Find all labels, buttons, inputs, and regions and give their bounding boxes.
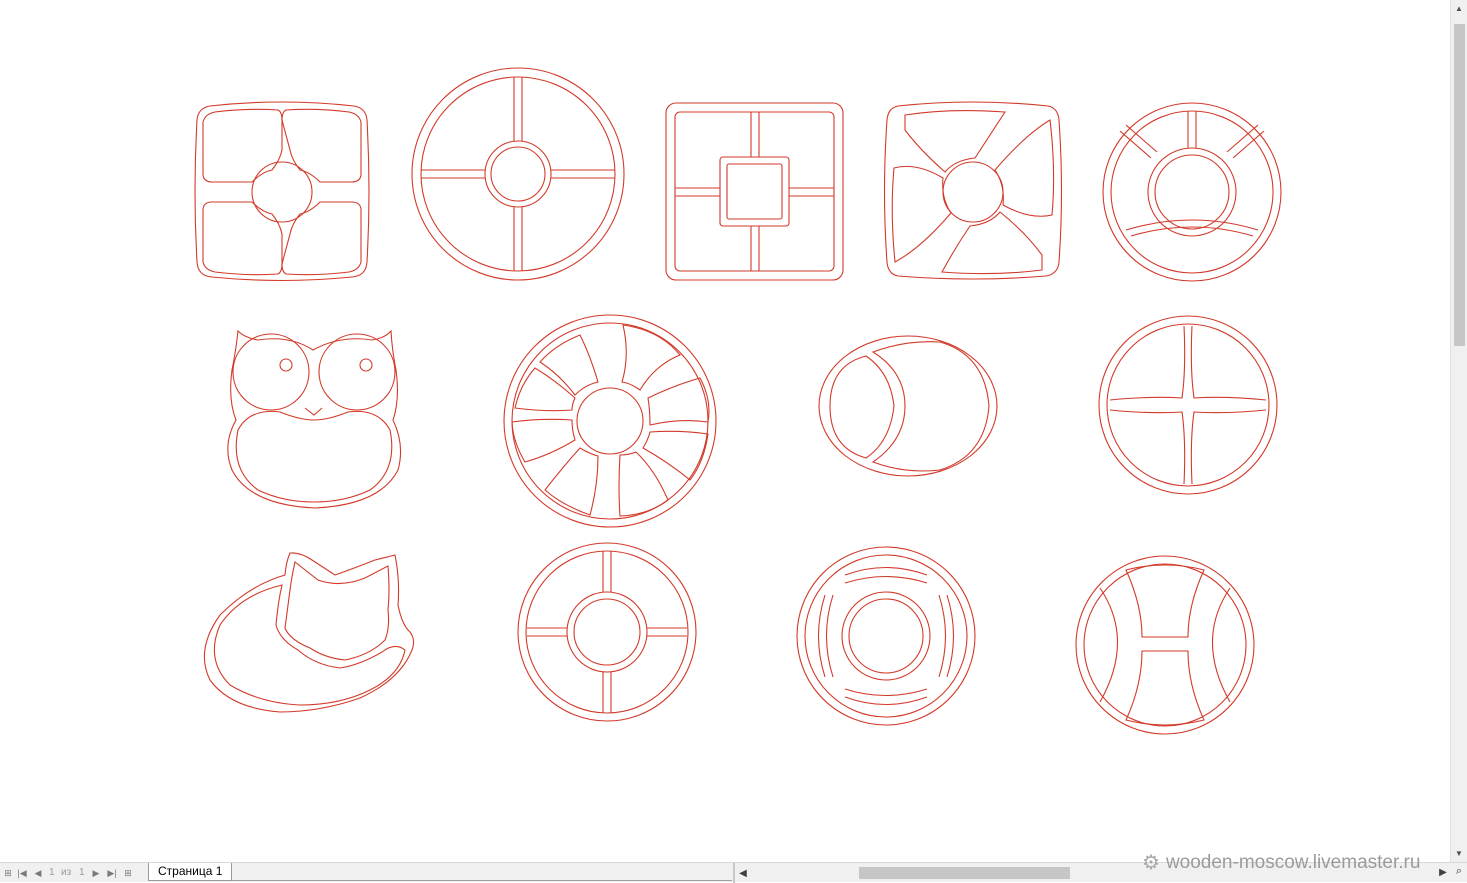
last-page-icon[interactable]: ▶|: [106, 866, 118, 880]
page-of-label: из: [61, 867, 72, 878]
first-page-icon[interactable]: |◀: [16, 866, 28, 880]
zoom-icon[interactable]: ⌕: [1452, 864, 1466, 878]
oval-tray-2-compartments[interactable]: [818, 335, 998, 477]
rounded-square-tray-4-compartments[interactable]: [194, 101, 370, 282]
vertical-scrollbar[interactable]: ▲ ▼: [1450, 0, 1467, 862]
scroll-splitter[interactable]: [733, 863, 735, 883]
pinwheel-square-tray[interactable]: [883, 101, 1063, 280]
gear-icon: ⚙: [1142, 852, 1160, 874]
total-pages-number: 1: [79, 867, 85, 878]
watermark-text: wooden-moscow.livemaster.ru: [1165, 851, 1421, 873]
fox-tray[interactable]: [203, 552, 415, 713]
scroll-down-icon[interactable]: ▼: [1451, 845, 1467, 862]
add-page-icon[interactable]: ⊞: [122, 866, 134, 880]
vertical-scroll-thumb[interactable]: [1454, 24, 1465, 346]
lifebuoy-tray[interactable]: [796, 546, 976, 726]
drawing-svg: [194, 67, 1282, 735]
scroll-left-icon[interactable]: ◀: [737, 866, 749, 880]
horizontal-scroll-thumb[interactable]: [859, 867, 1070, 879]
drawing-canvas[interactable]: [0, 0, 1450, 862]
owl-tray[interactable]: [227, 329, 402, 509]
prev-page-icon[interactable]: ◀: [32, 866, 44, 880]
circle-cross-tray[interactable]: [1098, 315, 1278, 495]
circle-tray-4-compartments[interactable]: [411, 67, 625, 281]
next-page-icon[interactable]: ▶: [90, 866, 102, 880]
scroll-up-icon[interactable]: ▲: [1451, 0, 1467, 17]
square-tray-5-compartments[interactable]: [665, 102, 844, 281]
flower-circle-tray-8-compartments[interactable]: [503, 314, 717, 528]
add-page-before-icon[interactable]: ⊞: [2, 866, 14, 880]
scroll-right-icon[interactable]: ▶: [1436, 865, 1450, 879]
watermark: ⚙ wooden-moscow.livemaster.ru: [1142, 850, 1420, 875]
tab-strip: [232, 863, 732, 881]
page-tab[interactable]: Страница 1: [148, 863, 232, 881]
ring-tray-5-compartments[interactable]: [517, 542, 697, 722]
current-page-number: 1: [49, 867, 55, 878]
circle-h-tray[interactable]: [1075, 555, 1255, 735]
ring-tray-4-compartments[interactable]: [1102, 102, 1282, 282]
